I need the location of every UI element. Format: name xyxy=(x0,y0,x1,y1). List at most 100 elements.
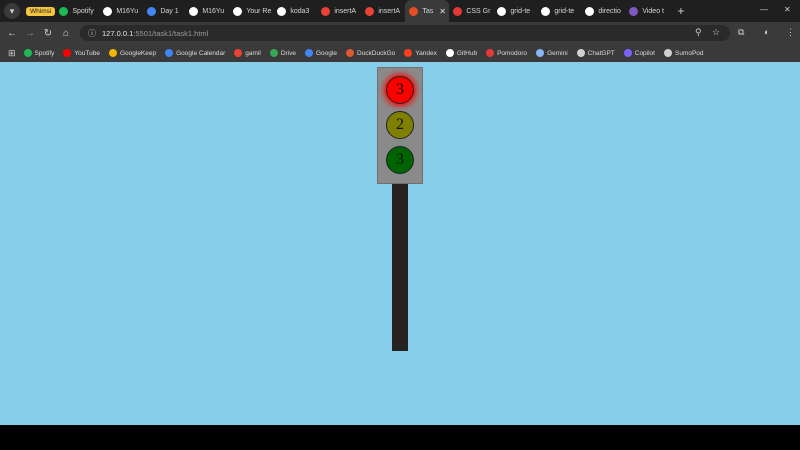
bookmark-item[interactable]: ChatGPT xyxy=(576,49,615,57)
bookmark-label: DuckDuckGo xyxy=(356,49,396,57)
google-icon xyxy=(365,6,375,16)
profile-icon[interactable]: ◐ xyxy=(764,27,769,37)
zoom-icon[interactable]: ⚲ xyxy=(695,27,702,38)
bookmark-label: Drive xyxy=(280,49,296,57)
tab[interactable]: grid-te xyxy=(537,0,581,22)
menu-icon[interactable]: ⋮ xyxy=(786,27,795,38)
mdn-icon xyxy=(541,6,551,16)
bookmark-item[interactable]: Google Calendar xyxy=(165,49,225,57)
bookmark-label: gamil xyxy=(245,49,261,57)
tab[interactable]: insertA xyxy=(361,0,405,22)
bookmark-item[interactable]: GoogleKeep xyxy=(108,49,157,57)
bookmark-item[interactable]: Copilot xyxy=(623,49,655,57)
bookmark-star-icon[interactable]: ☆ xyxy=(712,27,720,38)
duckduckgo-icon xyxy=(345,49,354,57)
tab-bar: ▾ Whimsi Spotify M16Yu Day 1 M16Yu Your Re ko… xyxy=(0,0,800,22)
address-bar-row: ← → ↻ ⌂ ⓘ 127.0.0.1:5501/task1/task1.htm… xyxy=(0,22,800,44)
bookmark-item[interactable]: GitHub xyxy=(445,49,478,57)
back-icon[interactable]: ← xyxy=(3,28,21,39)
tab-label: Tas xyxy=(422,7,434,15)
mdn-icon xyxy=(585,6,595,16)
tab-label: insertA xyxy=(378,7,401,15)
url-text[interactable]: 127.0.0.1:5501/task1/task1.html xyxy=(102,29,208,38)
bookmark-label: GoogleKeep xyxy=(119,49,157,57)
reload-icon[interactable]: ↻ xyxy=(39,28,57,39)
copilot-icon xyxy=(623,49,632,57)
spotify-icon xyxy=(59,6,69,16)
tab-label: Your Re xyxy=(246,7,272,15)
bookmark-item[interactable]: YouTube xyxy=(63,49,100,57)
traffic-light-pole xyxy=(392,184,408,351)
tab[interactable]: CSS Gr xyxy=(449,0,493,22)
bookmark-label: SumoPod xyxy=(674,49,704,57)
bookmarks-bar: ⊞ Spotify YouTube GoogleKeep Google Calenda… xyxy=(0,44,800,62)
tab-label: Day 1 xyxy=(160,7,179,15)
bookmark-label: Yandex xyxy=(415,49,437,57)
bookmark-item[interactable]: Pomodoro xyxy=(486,49,527,57)
bookmark-item[interactable]: Yandex xyxy=(404,49,437,57)
tab[interactable]: directio xyxy=(581,0,625,22)
tab[interactable]: Day 1 xyxy=(143,0,185,22)
google-icon xyxy=(304,49,313,57)
bookmark-item[interactable]: Drive xyxy=(269,49,296,57)
tab[interactable]: Video t xyxy=(625,0,673,22)
tab[interactable]: M16Yu xyxy=(185,0,229,22)
bookmark-item[interactable]: Google xyxy=(304,49,337,57)
tab-label: M16Yu xyxy=(116,7,139,15)
bookmark-item[interactable]: DuckDuckGo xyxy=(345,49,396,57)
close-tab-icon[interactable]: ✕ xyxy=(439,7,446,16)
tab[interactable]: M16Yu xyxy=(99,0,143,22)
tab[interactable]: insertA xyxy=(317,0,361,22)
bookmark-item[interactable]: gamil xyxy=(234,49,261,57)
close-window-icon[interactable]: ✕ xyxy=(784,5,791,14)
tab[interactable]: grid-te xyxy=(493,0,537,22)
new-tab-button[interactable]: + xyxy=(677,4,684,18)
github-icon xyxy=(277,6,287,16)
keep-icon xyxy=(108,49,117,57)
bookmark-label: Gemini xyxy=(547,49,568,57)
tab-label: CSS Gr xyxy=(466,7,491,15)
traffic-light-lamp: 2 xyxy=(386,111,414,139)
pomodoro-icon xyxy=(486,49,495,57)
bookmark-item[interactable]: Spotify xyxy=(23,49,54,57)
tab[interactable]: Your Re xyxy=(229,0,273,22)
gmail-icon xyxy=(234,49,243,57)
bookmark-label: Google Calendar xyxy=(176,49,226,57)
youtube-icon xyxy=(63,49,72,57)
drive-icon xyxy=(269,49,278,57)
tab-label: insertA xyxy=(334,7,357,15)
calendar-icon xyxy=(165,49,174,57)
gemini-icon xyxy=(536,49,545,57)
tab[interactable]: Tas ✕ xyxy=(405,0,450,22)
video-icon xyxy=(629,6,639,16)
traffic-light-lamp: 3 xyxy=(386,146,414,174)
bookmark-label: ChatGPT xyxy=(587,49,615,57)
tab[interactable]: Spotify xyxy=(55,0,99,22)
google-icon xyxy=(321,6,331,16)
extensions-icon[interactable]: ⧉ xyxy=(738,27,744,38)
home-icon[interactable]: ⌂ xyxy=(57,28,75,39)
site-info-icon[interactable]: ⓘ xyxy=(88,28,96,39)
css-tricks-icon xyxy=(453,6,463,16)
tab[interactable]: koda3 xyxy=(273,0,317,22)
whimsical-tab[interactable]: Whimsi xyxy=(26,6,56,16)
traffic-light-housing: 3 2 3 xyxy=(377,67,423,184)
tab-label: grid-te xyxy=(554,7,575,15)
traffic-light-lamp: 3 xyxy=(386,76,414,104)
bookmark-label: Google xyxy=(315,49,337,57)
bookmark-label: GitHub xyxy=(456,49,478,57)
bookmark-item[interactable]: Gemini xyxy=(536,49,568,57)
github-icon xyxy=(189,6,199,16)
tab-search-icon[interactable]: ▾ xyxy=(4,3,20,19)
omnibox[interactable]: ⓘ 127.0.0.1:5501/task1/task1.html xyxy=(80,25,730,41)
page-viewport: 3 2 3 xyxy=(0,62,800,425)
apps-icon[interactable]: ⊞ xyxy=(8,48,16,59)
forward-icon[interactable]: → xyxy=(21,28,39,39)
github-icon xyxy=(233,6,243,16)
github-icon xyxy=(103,6,113,16)
bookmark-label: Copilot xyxy=(634,49,655,57)
chatgpt-icon xyxy=(576,49,585,57)
tab-label: grid-te xyxy=(510,7,531,15)
bookmark-item[interactable]: SumoPod xyxy=(663,49,704,57)
minimize-icon[interactable]: — xyxy=(760,5,768,14)
